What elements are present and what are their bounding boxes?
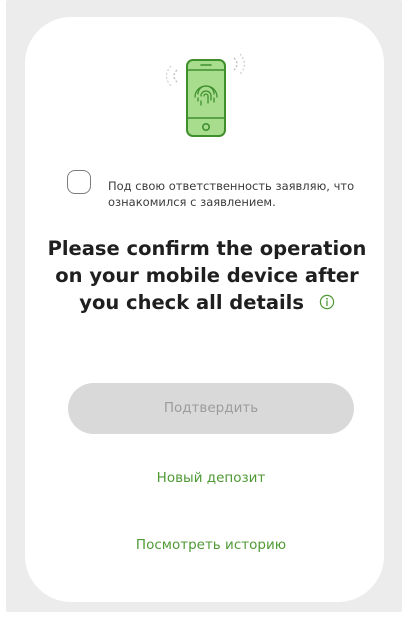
confirm-button[interactable]: Подтвердить xyxy=(68,383,354,434)
info-icon[interactable] xyxy=(319,294,335,310)
consent-checkbox[interactable] xyxy=(67,170,91,194)
confirmation-title: Please confirm the operation on your mob… xyxy=(40,235,374,316)
new-deposit-link[interactable]: Новый депозит xyxy=(68,468,354,488)
view-history-link[interactable]: Посмотреть историю xyxy=(68,535,354,555)
consent-text: Под свою ответственность заявляю, что оз… xyxy=(108,179,355,209)
phone-fingerprint-icon xyxy=(165,53,246,137)
